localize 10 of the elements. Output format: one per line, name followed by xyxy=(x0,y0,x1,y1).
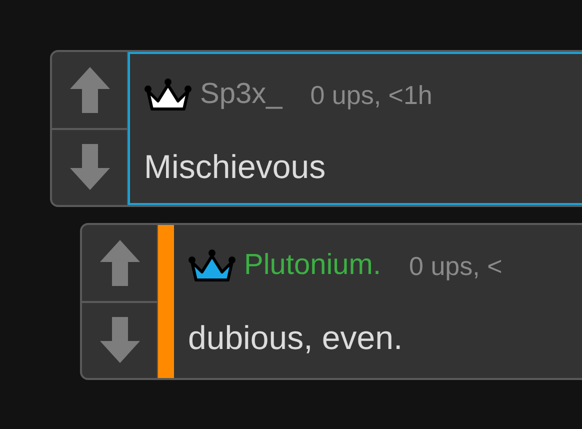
upvote-arrow-icon xyxy=(68,64,112,115)
downvote-arrow-icon xyxy=(98,315,142,366)
downvote-arrow-icon xyxy=(68,142,112,192)
comment-meta: 0 ups, < xyxy=(409,250,502,282)
upvote-arrow-icon xyxy=(98,238,142,288)
comment-text: dubious, even. xyxy=(188,318,403,358)
comment-text: Mischievous xyxy=(144,147,326,188)
author-name[interactable]: Sp3x_ xyxy=(200,73,282,117)
author-name[interactable]: Plutonium. xyxy=(244,244,382,288)
comment-meta: 0 ups, <1h xyxy=(310,78,432,112)
